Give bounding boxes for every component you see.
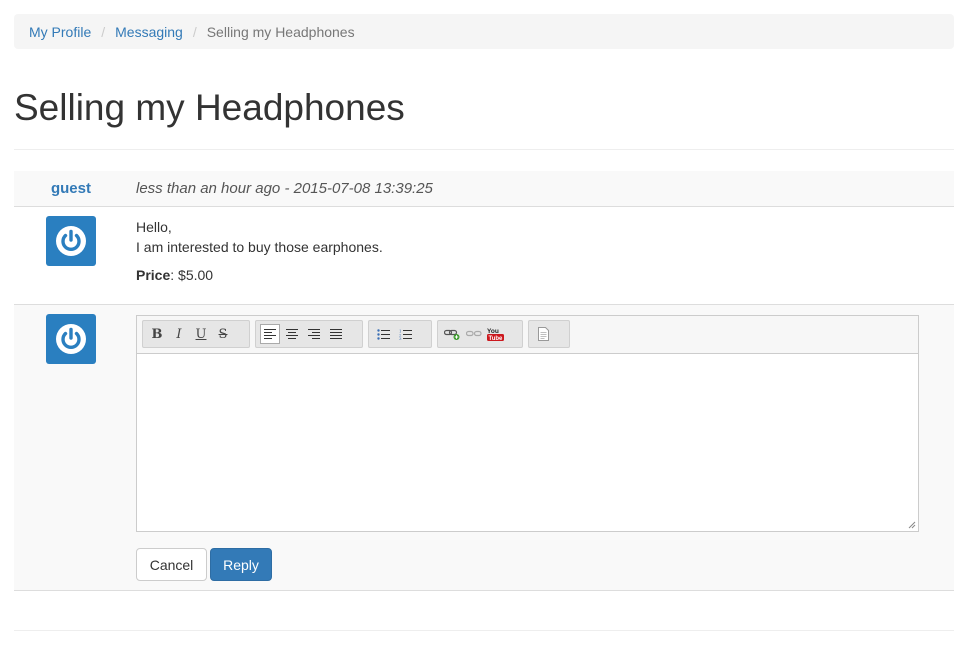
toolbar-group-text-style: B I U S	[142, 320, 250, 348]
divider	[14, 149, 954, 150]
breadcrumb-current: Selling my Headphones	[206, 23, 355, 40]
breadcrumb-messaging[interactable]: Messaging	[115, 24, 183, 40]
reply-row: B I U S 1 2 3 You Tube Cancel Reply	[14, 305, 954, 591]
power-icon	[56, 324, 86, 354]
message-row: Hello, I am interested to buy those earp…	[14, 207, 954, 305]
breadcrumb-separator: /	[101, 23, 106, 40]
align-left-icon[interactable]	[260, 324, 280, 344]
divider	[14, 630, 954, 631]
power-icon	[56, 226, 86, 256]
strikethrough-icon[interactable]: S	[213, 324, 233, 344]
breadcrumb-separator: /	[192, 23, 197, 40]
toolbar-group-align	[255, 320, 363, 348]
message-date: less than an hour ago - 2015-07-08 13:39…	[136, 180, 433, 197]
price-value: : $5.00	[170, 267, 214, 283]
svg-text:You: You	[487, 328, 499, 335]
resize-grip-icon[interactable]	[908, 521, 916, 529]
toolbar-group-source	[528, 320, 570, 348]
svg-text:Tube: Tube	[489, 336, 504, 341]
breadcrumb-my-profile[interactable]: My Profile	[29, 24, 91, 40]
toolbar-group-lists: 123	[368, 320, 432, 348]
rich-text-editor: B I U S 1 2 3 You Tube	[136, 315, 919, 532]
cancel-button[interactable]: Cancel	[136, 548, 207, 581]
breadcrumb: My Profile / Messaging / Selling my Head…	[14, 14, 954, 49]
underline-icon[interactable]: U	[191, 324, 211, 344]
bold-icon[interactable]: B	[147, 324, 167, 344]
source-icon[interactable]	[533, 324, 553, 344]
editor-toolbar: B I U S 1 2 3 You Tube	[137, 316, 918, 354]
svg-text:3: 3	[399, 336, 402, 340]
bulleted-list-icon[interactable]	[373, 324, 393, 344]
avatar	[46, 314, 96, 364]
reply-editor-input[interactable]	[137, 354, 918, 531]
align-justify-icon[interactable]	[326, 324, 346, 344]
message-price: Price: $5.00	[136, 265, 213, 285]
message-body: Hello, I am interested to buy those earp…	[136, 217, 383, 257]
avatar	[46, 216, 96, 266]
message-line: I am interested to buy those earphones.	[136, 239, 383, 255]
price-label: Price	[136, 267, 171, 283]
link-icon[interactable]	[442, 324, 462, 344]
youtube-icon[interactable]: You Tube	[486, 324, 506, 344]
message-line: Hello,	[136, 219, 172, 235]
toolbar-group-media: You Tube	[437, 320, 523, 348]
numbered-list-icon[interactable]: 123	[395, 324, 415, 344]
align-right-icon[interactable]	[304, 324, 324, 344]
page-title: Selling my Headphones	[14, 87, 405, 128]
italic-icon[interactable]: I	[169, 324, 189, 344]
message-author[interactable]: guest	[14, 171, 128, 207]
reply-button[interactable]: Reply	[210, 548, 272, 581]
unlink-icon[interactable]	[464, 324, 484, 344]
message-header-row: guest less than an hour ago - 2015-07-08…	[14, 171, 954, 207]
align-center-icon[interactable]	[282, 324, 302, 344]
